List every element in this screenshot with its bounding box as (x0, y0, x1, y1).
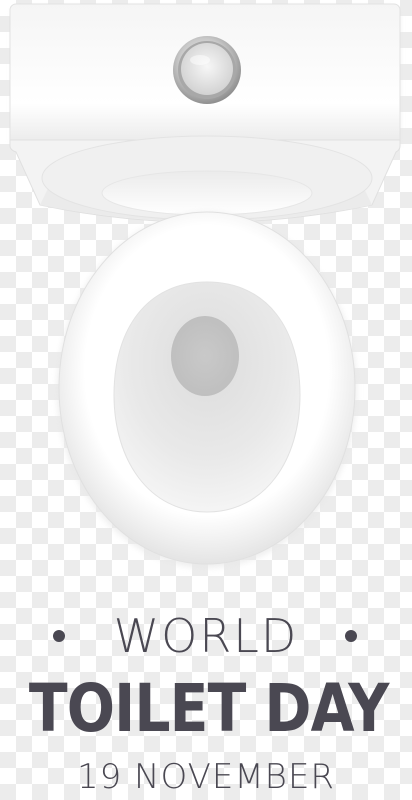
event-date: 19 NOVEMBER (76, 757, 336, 797)
toilet-illustration (9, 3, 401, 568)
flush-button-icon (173, 36, 241, 104)
bullet-dot-right (345, 630, 357, 642)
event-title: WORLD TOILET DAY 19 NOVEMBER (0, 608, 412, 800)
world-text: WORLD (113, 609, 299, 663)
toilet-day-text: TOILET DAY (28, 670, 389, 747)
seat-hinge (41, 135, 373, 221)
bullet-dot-left (53, 630, 65, 642)
title-line-world: WORLD (0, 608, 412, 664)
toilet-bowl (113, 281, 301, 513)
